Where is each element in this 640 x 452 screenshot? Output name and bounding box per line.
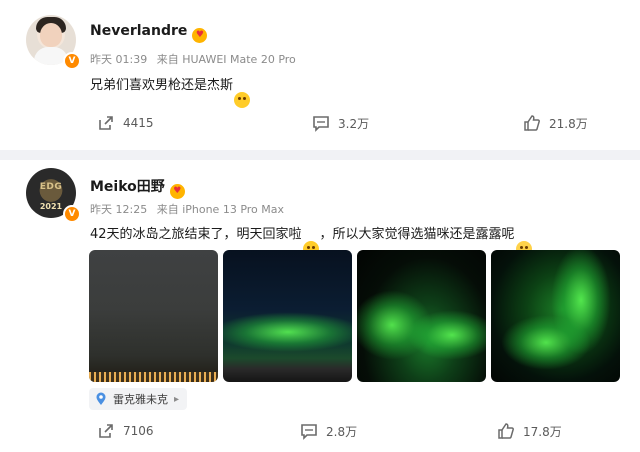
aurora-photo-4[interactable] xyxy=(491,250,620,382)
username[interactable]: Meiko田野 ♥ xyxy=(90,176,185,199)
post-time[interactable]: 昨天 01:39 xyxy=(90,53,147,66)
post-source: 来自 HUAWEI Mate 20 Pro xyxy=(156,53,296,66)
avatar-logo: EDG xyxy=(39,182,63,192)
share-count: 7106 xyxy=(123,424,154,438)
share-button[interactable]: 7106 xyxy=(97,419,154,443)
verified-v-icon: V xyxy=(63,205,81,223)
verified-v-icon: V xyxy=(63,52,81,70)
post-separator xyxy=(0,150,640,160)
aurora-glow xyxy=(223,312,352,352)
comment-count: 2.8万 xyxy=(326,424,358,439)
post-source: 来自 iPhone 13 Pro Max xyxy=(156,203,285,216)
post-meta: 昨天 12:25 来自 iPhone 13 Pro Max xyxy=(90,201,290,217)
thumbs-up-icon xyxy=(524,115,540,131)
city-lights xyxy=(89,372,218,382)
photo-grid xyxy=(89,250,620,382)
username-text[interactable]: Neverlandre xyxy=(90,23,187,39)
aurora-photo-3[interactable] xyxy=(357,250,486,382)
weibo-post: V Neverlandre ♥ 昨天 01:39 来自 HUAWEI Mate 2… xyxy=(0,0,640,150)
aurora-glow xyxy=(501,315,591,370)
comment-icon xyxy=(313,116,329,132)
map-pin-icon xyxy=(96,392,106,405)
comment-count: 3.2万 xyxy=(338,116,370,131)
aurora-photo-2[interactable] xyxy=(223,250,352,382)
like-count: 21.8万 xyxy=(549,116,588,131)
grin-emoji-icon: grin xyxy=(234,92,251,108)
post-text: 兄弟们喜欢男枪还是杰斯grin xyxy=(90,74,251,108)
post-actions: 4415 3.2万 21.8万 xyxy=(0,111,640,135)
username-text[interactable]: Meiko田野 xyxy=(90,179,165,195)
post-meta: 昨天 01:39 来自 HUAWEI Mate 20 Pro xyxy=(90,51,302,67)
like-count: 17.8万 xyxy=(523,424,562,439)
post-text-content: 兄弟们喜欢男枪还是杰斯 xyxy=(90,78,234,93)
share-icon xyxy=(99,424,113,438)
share-icon xyxy=(99,116,113,130)
chevron-right-icon: ▸ xyxy=(174,393,180,405)
post-time[interactable]: 昨天 12:25 xyxy=(90,203,147,216)
comment-icon xyxy=(301,424,317,440)
post-actions: 7106 2.8万 17.8万 xyxy=(0,419,640,443)
aurora-glow xyxy=(407,310,486,360)
comment-button[interactable]: 3.2万 xyxy=(312,111,369,135)
like-button[interactable]: 17.8万 xyxy=(497,419,562,443)
location-text: 雷克雅未克 xyxy=(113,393,168,406)
like-button[interactable]: 21.8万 xyxy=(523,111,588,135)
thumbs-up-icon xyxy=(498,423,514,439)
crown-badge-icon[interactable]: ♥ xyxy=(192,28,208,43)
crown-badge-icon[interactable]: ♥ xyxy=(169,184,185,199)
post-text-content-2: ，所以大家觉得选猫咪还是露露呢 xyxy=(319,227,515,242)
comment-button[interactable]: 2.8万 xyxy=(300,419,357,443)
share-count: 4415 xyxy=(123,116,154,130)
share-button[interactable]: 4415 xyxy=(97,111,154,135)
aurora-photo-1[interactable] xyxy=(89,250,218,382)
weibo-post: EDG 2021 V Meiko田野 ♥ 昨天 12:25 来自 iPhone 1… xyxy=(0,160,640,452)
location-tag[interactable]: 雷克雅未克 ▸ xyxy=(89,388,188,410)
post-text-content: 42天的冰岛之旅结束了，明天回家啦 xyxy=(90,227,302,242)
avatar-face xyxy=(40,23,62,47)
username[interactable]: Neverlandre ♥ xyxy=(90,23,208,43)
